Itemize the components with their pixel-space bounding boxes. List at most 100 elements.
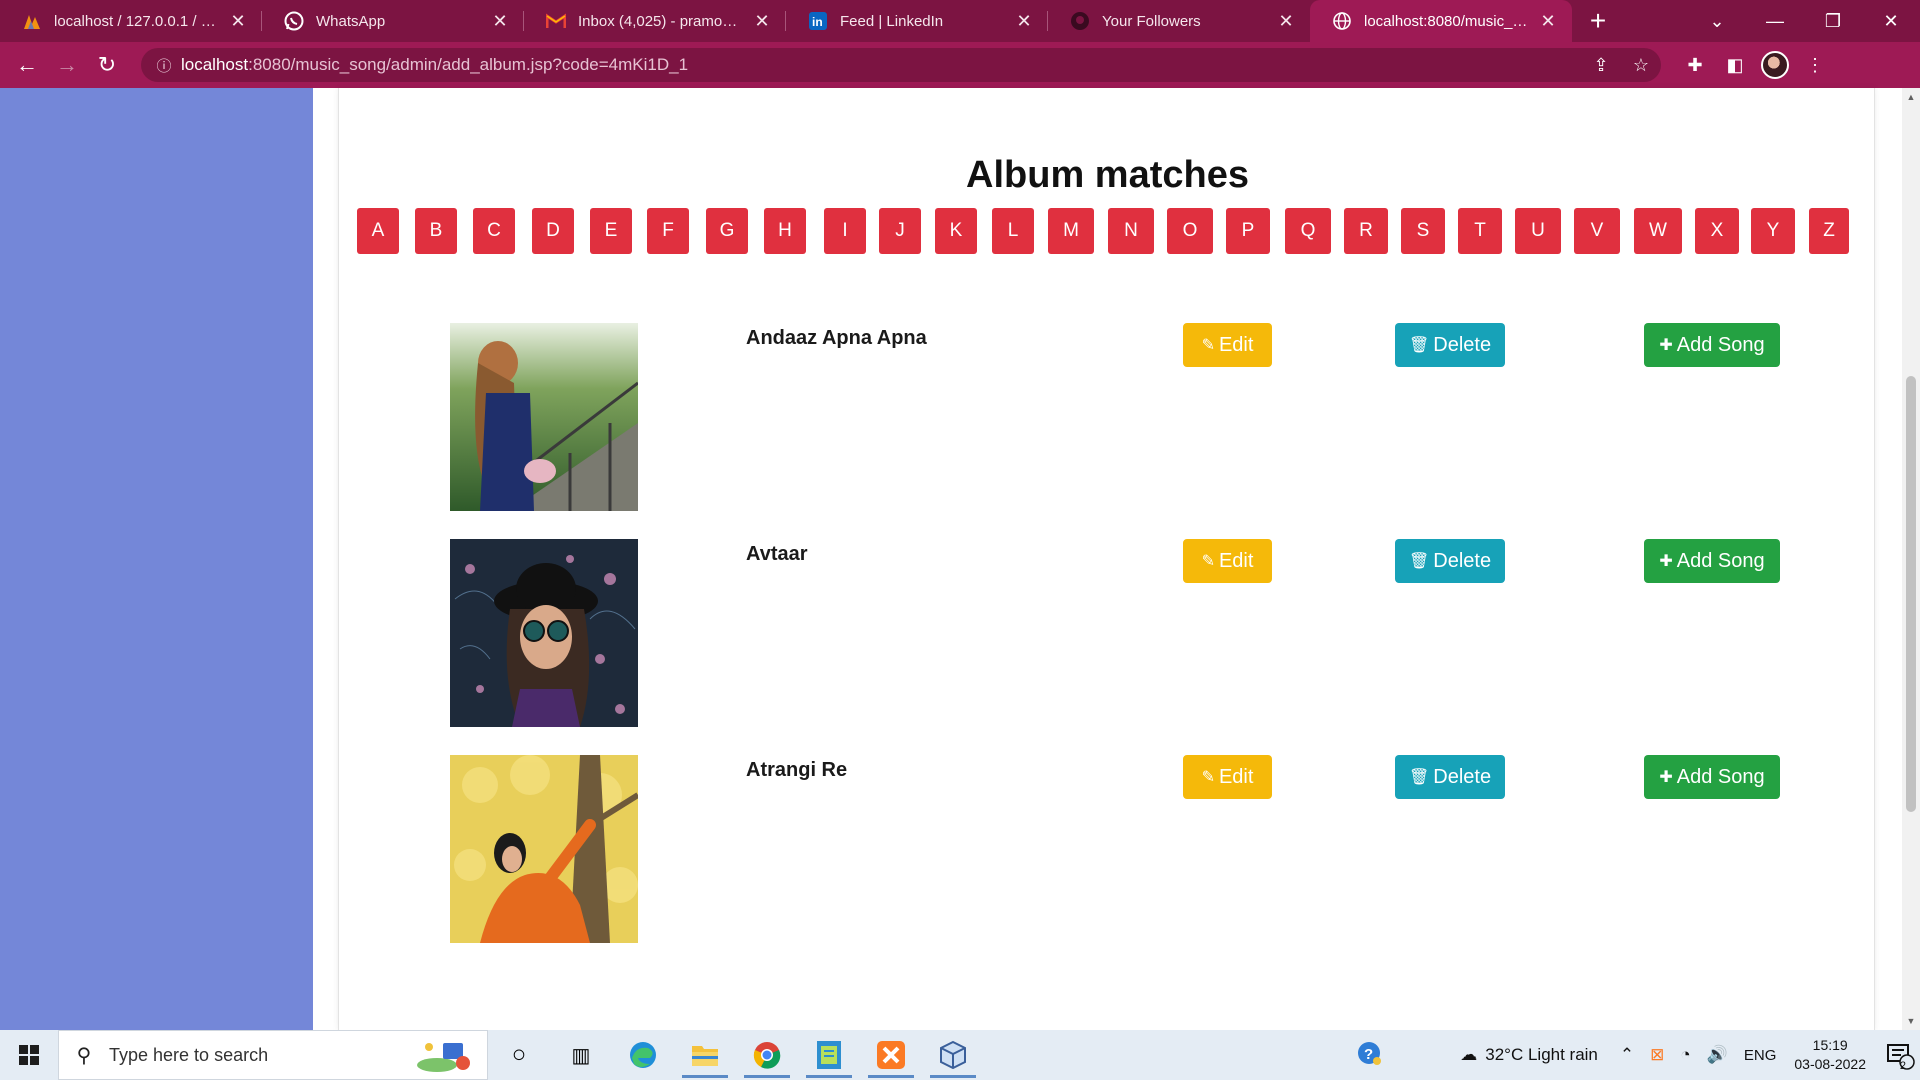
weather-icon[interactable]: ☁ bbox=[1460, 1045, 1477, 1065]
letter-button-i[interactable]: I bbox=[824, 208, 866, 254]
letter-button-y[interactable]: Y bbox=[1751, 208, 1795, 254]
tab-phpmyadmin[interactable]: localhost / 127.0.0.1 / pk2 / a ✕ bbox=[0, 0, 262, 42]
time-text: 15:19 bbox=[1812, 1037, 1848, 1053]
add-song-button[interactable]: ✚ Add Song bbox=[1644, 755, 1780, 799]
github-icon bbox=[1070, 11, 1090, 31]
letter-button-b[interactable]: B bbox=[415, 208, 457, 254]
scroll-down-icon[interactable]: ▼ bbox=[1902, 1016, 1920, 1026]
close-window-button[interactable]: ✕ bbox=[1862, 0, 1920, 42]
taskbar-virtualbox[interactable] bbox=[922, 1030, 984, 1080]
letter-button-t[interactable]: T bbox=[1458, 208, 1502, 254]
share-icon[interactable]: ⇪ bbox=[1581, 55, 1621, 76]
taskbar-chrome[interactable] bbox=[736, 1030, 798, 1080]
menu-icon[interactable]: ⋮ bbox=[1795, 45, 1835, 85]
notepad-icon bbox=[817, 1041, 841, 1069]
back-button[interactable]: ← bbox=[7, 45, 47, 85]
letter-button-q[interactable]: Q bbox=[1285, 208, 1331, 254]
tab-whatsapp[interactable]: WhatsApp ✕ bbox=[262, 0, 524, 42]
delete-button[interactable]: 🗑 Delete bbox=[1395, 539, 1505, 583]
album-title: Avtaar bbox=[746, 543, 808, 565]
date-text: 03-08-2022 bbox=[1794, 1056, 1866, 1072]
start-button[interactable] bbox=[0, 1030, 58, 1080]
plus-icon: ✚ bbox=[1659, 553, 1673, 570]
delete-button[interactable]: 🗑 Delete bbox=[1395, 323, 1505, 367]
notifications-button[interactable]: 2 bbox=[1880, 1040, 1920, 1072]
taskbar-search[interactable]: ⚲ Type here to search bbox=[58, 1030, 488, 1080]
tab-gmail[interactable]: Inbox (4,025) - pramodsaini ✕ bbox=[524, 0, 786, 42]
volume-icon[interactable]: 🔊 bbox=[1707, 1045, 1728, 1065]
help-icon[interactable]: ? bbox=[1356, 1040, 1382, 1071]
minimize-button[interactable]: — bbox=[1746, 0, 1804, 42]
profile-button[interactable] bbox=[1755, 45, 1795, 85]
letter-button-r[interactable]: R bbox=[1344, 208, 1388, 254]
taskbar-file-explorer[interactable] bbox=[674, 1030, 736, 1080]
address-bar[interactable]: ⓘ localhost:8080/music_song/admin/add_al… bbox=[141, 48, 1661, 82]
weather-text[interactable]: 32°C Light rain bbox=[1485, 1045, 1598, 1065]
taskbar-notepad[interactable] bbox=[798, 1030, 860, 1080]
edit-button[interactable]: ✎ Edit bbox=[1183, 755, 1272, 799]
letter-button-w[interactable]: W bbox=[1634, 208, 1682, 254]
task-view-button[interactable]: ▥ bbox=[550, 1030, 612, 1080]
tab-search-button[interactable]: ⌄ bbox=[1688, 0, 1746, 42]
tab-github-followers[interactable]: Your Followers ✕ bbox=[1048, 0, 1310, 42]
letter-button-a[interactable]: A bbox=[357, 208, 399, 254]
star-icon[interactable]: ☆ bbox=[1621, 55, 1661, 76]
letter-button-k[interactable]: K bbox=[935, 208, 977, 254]
letter-button-f[interactable]: F bbox=[647, 208, 689, 254]
close-icon[interactable]: ✕ bbox=[228, 11, 248, 31]
edit-button[interactable]: ✎ Edit bbox=[1183, 539, 1272, 583]
letter-button-c[interactable]: C bbox=[473, 208, 515, 254]
clock[interactable]: 15:19 03-08-2022 bbox=[1794, 1036, 1866, 1074]
letter-button-d[interactable]: D bbox=[532, 208, 574, 254]
restore-button[interactable]: ❐ bbox=[1804, 0, 1862, 42]
forward-button[interactable]: → bbox=[47, 45, 87, 85]
letter-button-g[interactable]: G bbox=[706, 208, 748, 254]
trash-icon: 🗑 bbox=[1408, 337, 1430, 354]
svg-text:?: ? bbox=[1364, 1046, 1373, 1063]
edit-button[interactable]: ✎ Edit bbox=[1183, 323, 1272, 367]
close-icon[interactable]: ✕ bbox=[752, 11, 772, 31]
letter-button-n[interactable]: N bbox=[1108, 208, 1154, 254]
taskbar-edge[interactable] bbox=[612, 1030, 674, 1080]
close-icon[interactable]: ✕ bbox=[490, 11, 510, 31]
new-tab-button[interactable]: + bbox=[1572, 0, 1624, 42]
wifi-icon[interactable]: ◔ bbox=[1680, 1045, 1690, 1065]
admin-sidebar bbox=[0, 88, 313, 1030]
add-song-button[interactable]: ✚ Add Song bbox=[1644, 539, 1780, 583]
tab-music-song-admin[interactable]: localhost:8080/music_song/a ✕ bbox=[1310, 0, 1572, 42]
language-indicator[interactable]: ENG bbox=[1744, 1047, 1777, 1064]
letter-button-h[interactable]: H bbox=[764, 208, 806, 254]
letter-button-m[interactable]: M bbox=[1048, 208, 1094, 254]
close-icon[interactable]: ✕ bbox=[1014, 11, 1034, 31]
edit-icon: ✎ bbox=[1201, 553, 1215, 570]
delete-button[interactable]: 🗑 Delete bbox=[1395, 755, 1505, 799]
side-panel-icon[interactable]: ◧ bbox=[1715, 45, 1755, 85]
letter-button-u[interactable]: U bbox=[1515, 208, 1561, 254]
letter-button-e[interactable]: E bbox=[590, 208, 632, 254]
add-song-button[interactable]: ✚ Add Song bbox=[1644, 323, 1780, 367]
letter-button-x[interactable]: X bbox=[1695, 208, 1739, 254]
reload-button[interactable]: ↻ bbox=[87, 45, 127, 85]
tab-linkedin[interactable]: in Feed | LinkedIn ✕ bbox=[786, 0, 1048, 42]
task-view-button[interactable]: ○ bbox=[488, 1030, 550, 1080]
close-icon[interactable]: ✕ bbox=[1276, 11, 1296, 31]
taskbar-xampp[interactable] bbox=[860, 1030, 922, 1080]
letter-button-v[interactable]: V bbox=[1574, 208, 1620, 254]
letter-button-l[interactable]: L bbox=[992, 208, 1034, 254]
info-icon[interactable]: ⓘ bbox=[147, 55, 181, 76]
chevron-up-icon[interactable]: ⌃ bbox=[1620, 1045, 1634, 1065]
letter-button-z[interactable]: Z bbox=[1809, 208, 1849, 254]
close-icon[interactable]: ✕ bbox=[1538, 11, 1558, 31]
letter-button-s[interactable]: S bbox=[1401, 208, 1445, 254]
plus-icon: + bbox=[1589, 5, 1607, 36]
scrollbar-thumb[interactable] bbox=[1906, 376, 1916, 812]
page-scrollbar[interactable]: ▲ ▼ bbox=[1902, 88, 1920, 1030]
scroll-up-icon[interactable]: ▲ bbox=[1902, 92, 1920, 102]
letter-button-o[interactable]: O bbox=[1167, 208, 1213, 254]
xampp-tray-icon[interactable]: ⊠ bbox=[1650, 1045, 1664, 1065]
extensions-icon[interactable]: ✚ bbox=[1675, 45, 1715, 85]
search-highlight-icon bbox=[415, 1037, 475, 1073]
chevron-down-icon: ⌄ bbox=[1709, 10, 1725, 31]
letter-button-j[interactable]: J bbox=[879, 208, 921, 254]
letter-button-p[interactable]: P bbox=[1226, 208, 1270, 254]
